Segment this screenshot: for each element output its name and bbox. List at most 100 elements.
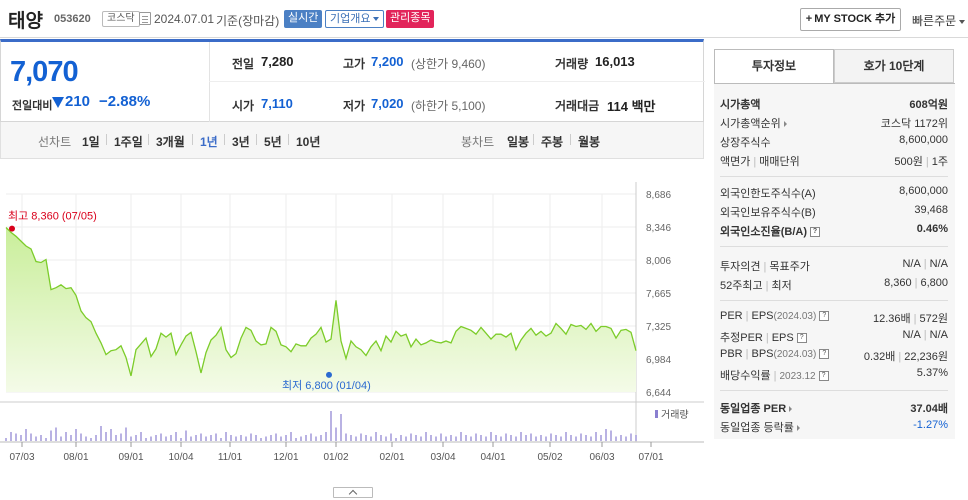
- volume-bar: [50, 430, 52, 441]
- tab-3year[interactable]: 3년: [232, 133, 250, 150]
- help-icon[interactable]: ?: [818, 371, 829, 382]
- add-my-stock-button[interactable]: + MY STOCK 추가: [800, 8, 901, 31]
- sector-per-row[interactable]: 동일업종 PER 37.04배: [720, 400, 948, 418]
- volume-bar: [435, 436, 437, 441]
- volume-bar: [185, 430, 187, 441]
- dividend-date: 2023.12: [779, 371, 816, 382]
- volume-bar: [635, 435, 637, 441]
- volume-bar: [235, 436, 237, 441]
- volume-bar: [140, 432, 142, 441]
- volume-bar: [35, 436, 37, 441]
- volume-bar: [500, 436, 502, 441]
- volume-bar: [180, 438, 182, 441]
- volume-bar: [470, 436, 472, 441]
- 52week-high-value: 8,360: [884, 277, 912, 289]
- tab-3month[interactable]: 3개월: [156, 133, 185, 150]
- tab-10year[interactable]: 10년: [296, 133, 320, 150]
- volume-label: 거래량: [555, 57, 589, 71]
- change-label: 전일대비: [12, 100, 53, 112]
- quote-date: 2024.07.01: [154, 12, 215, 26]
- sector-change-value: -1.27%: [913, 419, 948, 431]
- 52week-high-label: 52주최고: [720, 280, 763, 292]
- volume-bar: [260, 438, 262, 441]
- managed-stock-badge[interactable]: 관리종목: [386, 10, 435, 28]
- high-annotation: 최고 8,360 (07/05): [8, 210, 97, 223]
- price-chart[interactable]: 8,686 8,346 8,006 7,665 7,325 6,984 6,644 07/0…: [0, 160, 704, 480]
- tab-monthly-candle[interactable]: 월봉: [578, 133, 600, 150]
- volume-bar: [110, 429, 112, 441]
- help-icon[interactable]: ?: [819, 349, 830, 360]
- tab-invest-info[interactable]: 투자정보: [714, 49, 834, 83]
- volume-bar: [595, 432, 597, 441]
- tab-hoga-10[interactable]: 호가 10단계: [834, 49, 954, 83]
- volume-bar: [170, 435, 172, 441]
- volume-legend-icon: [655, 410, 658, 418]
- sector-per-label: 동일업종 PER: [720, 403, 787, 415]
- volume-bar: [310, 433, 312, 441]
- est-eps-value: N/A: [929, 329, 948, 341]
- volume-bar: [525, 435, 527, 441]
- volume-bar: [450, 435, 452, 441]
- market-cap-value: 608억원: [909, 99, 948, 111]
- sector-change-row[interactable]: 동일업종 등락률 -1.27%: [720, 419, 948, 437]
- listed-shares-label: 상장주식수: [720, 137, 771, 149]
- volume-bar: [305, 435, 307, 441]
- tab-weekly-candle[interactable]: 주봉: [541, 133, 563, 150]
- quick-order-button[interactable]: 빠른주문: [912, 12, 966, 29]
- invest-info-panel: 시가총액 608억원 시가총액순위 코스닥 1172위 상장주식수 8,600,…: [714, 83, 955, 439]
- volume-bar: [390, 433, 392, 441]
- volume-bar: [115, 435, 117, 441]
- volume-bar: [205, 436, 207, 441]
- tab-5year[interactable]: 5년: [264, 133, 282, 150]
- help-icon[interactable]: ?: [796, 333, 807, 344]
- 52week-row: 52주최고 | 최저 8,360 | 6,800: [720, 277, 948, 292]
- y-tick-label: 6,984: [646, 355, 671, 366]
- tab-daily-candle[interactable]: 일봉: [507, 133, 529, 150]
- volume-bar: [60, 436, 62, 441]
- y-tick-label: 7,325: [646, 322, 671, 333]
- volume-bar: [400, 435, 402, 441]
- pbr-bps-row: PBR | BPS(2024.03)? 0.32배 | 22,236원: [720, 348, 948, 363]
- help-icon[interactable]: ?: [819, 311, 830, 322]
- volume-bar: [580, 433, 582, 441]
- par-value-row: 액면가 | 매매단위 500원 | 1주: [720, 156, 948, 168]
- market-cap-rank-row[interactable]: 시가총액순위 코스닥 1172위: [720, 115, 948, 133]
- volume-bar: [40, 435, 42, 441]
- chevron-right-icon: [783, 121, 787, 128]
- volume-bar: [160, 433, 162, 441]
- divider: [720, 176, 948, 177]
- foreign-holding-row: 외국인보유주식수(B) 39,468: [720, 204, 948, 222]
- volume-bar: [220, 438, 222, 441]
- tab-1day[interactable]: 1일: [82, 133, 100, 150]
- tab-1week[interactable]: 1주일: [114, 133, 143, 150]
- quote-date-basis: 기준(장마감): [216, 14, 280, 28]
- foreign-exhaustion-row: 외국인소진율(B/A)? 0.46%: [720, 223, 948, 241]
- candle-chart-label: 봉차트: [461, 135, 495, 149]
- stock-header: 태양 053620 코스닥 2024.07.01 기준(장마감) 실시간 기업개…: [0, 0, 968, 38]
- chevron-right-icon: [796, 425, 800, 432]
- volume-bar: [335, 427, 337, 441]
- volume-bar: [20, 435, 22, 441]
- x-tick-label: 04/01: [480, 452, 505, 463]
- foreign-exhaustion-label: 외국인소진율(B/A): [720, 226, 807, 238]
- realtime-button[interactable]: 실시간: [284, 10, 323, 28]
- eps-value: 572원: [919, 313, 948, 325]
- volume-bar: [350, 435, 352, 441]
- help-icon[interactable]: ?: [810, 227, 820, 238]
- volume-bar: [315, 436, 317, 441]
- volume-bar: [355, 436, 357, 441]
- y-tick-label: 8,006: [646, 256, 671, 267]
- company-overview-button[interactable]: 기업개요: [325, 10, 385, 28]
- volume-bar: [590, 436, 592, 441]
- tab-1year[interactable]: 1년: [200, 133, 218, 150]
- est-per-value: N/A: [902, 329, 921, 341]
- collapse-chart-button[interactable]: [333, 487, 373, 498]
- volume-bar: [625, 436, 627, 441]
- x-tick-label: 02/01: [379, 452, 404, 463]
- volume-bar: [150, 436, 152, 441]
- est-per-row: 추정PER | EPS? N/A | N/A: [720, 329, 948, 344]
- open-label: 시가: [232, 99, 255, 113]
- upper-limit: (상한가 9,460): [411, 57, 486, 71]
- volume-bar: [425, 432, 427, 441]
- volume-bars: [5, 411, 637, 441]
